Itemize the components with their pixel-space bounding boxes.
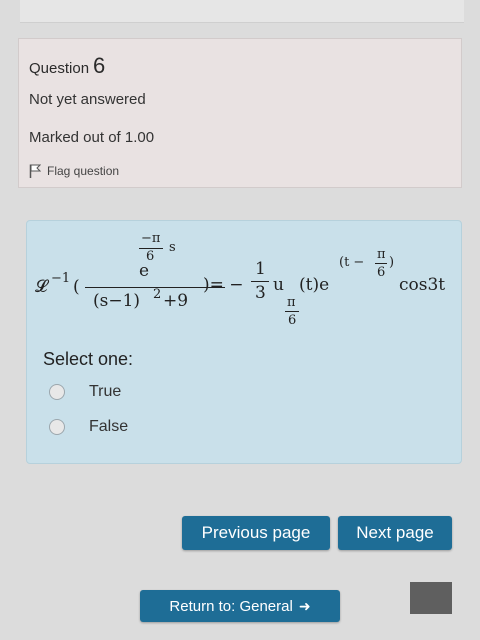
return-to-general-button[interactable]: Return to: General ➜ [140,590,340,622]
sign-in-arrow-icon: ➜ [298,597,311,614]
step-function-u: u [273,275,284,295]
exp-minus-pi: −π [141,231,161,246]
option-false[interactable]: False [49,418,128,436]
option-false-label: False [89,418,129,435]
exponent2-bar [375,263,387,264]
coefficient-bar [251,281,269,282]
option-true-label: True [89,383,122,400]
answer-state: Not yet answered [29,91,146,108]
denominator-square: 2 [153,287,162,302]
option-true[interactable]: True [49,383,121,401]
u-subscript-pi: π [287,295,296,310]
exp-s: s [169,240,176,255]
laplace-formula: 𝓛 −1 ( −π 6 s e (s−1) 2 +9 )= − 1 3 u π … [35,231,455,335]
u-subscript-six: 6 [288,313,297,328]
previous-page-button[interactable]: Previous page [182,516,330,550]
u-subscript-bar [285,311,299,312]
grade-info: Marked out of 1.00 [29,129,155,146]
flag-icon [29,164,41,178]
denominator-plus: +9 [163,291,189,311]
exp-base: e [139,261,150,281]
t-exponential: (t)e [299,275,330,295]
denominator: (s−1) [93,291,141,311]
coefficient-numerator: 1 [255,259,266,279]
open-paren: ( [73,277,80,297]
exponent2-pi: π [377,247,386,262]
question-number: 6 [93,53,106,78]
radio-false[interactable] [49,419,65,435]
exponent2-close: ) [389,255,395,270]
laplace-symbol: 𝓛 [35,277,48,297]
question-info-panel: Question 6 Not yet answered Marked out of… [18,38,462,188]
exponent2-open: (t − [339,255,365,270]
dark-square-block [410,582,452,614]
next-page-button[interactable]: Next page [338,516,452,550]
top-strip [20,0,464,23]
radio-true[interactable] [49,384,65,400]
close-equals: )= − [203,275,244,295]
question-label: Question [29,60,90,77]
question-heading: Question 6 [29,53,105,79]
cosine-term: cos3t [399,275,446,295]
inverse-exponent: −1 [51,271,71,286]
select-one-prompt: Select one: [43,349,134,369]
return-label: Return to: General [169,597,293,615]
flag-label: Flag question [47,164,120,178]
question-text-panel: 𝓛 −1 ( −π 6 s e (s−1) 2 +9 )= − 1 3 u π … [26,220,462,464]
flag-question-link[interactable]: Flag question [29,164,119,178]
coefficient-denominator: 3 [255,283,266,303]
exponent2-six: 6 [377,265,386,280]
